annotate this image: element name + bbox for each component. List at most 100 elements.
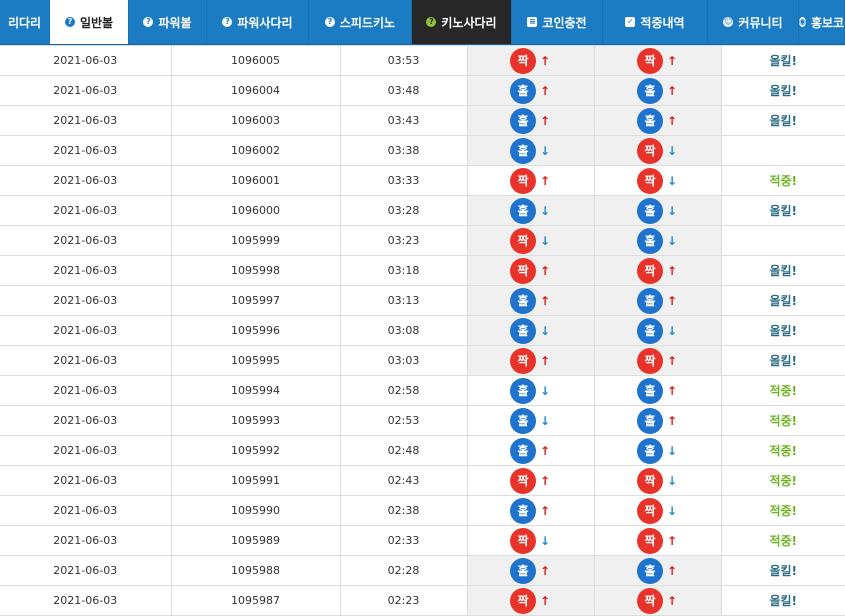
even-ball: 홀 bbox=[637, 407, 663, 434]
pick-cell-2: 짝 ↓ bbox=[593, 465, 722, 496]
date-cell: 2021-06-03 bbox=[0, 165, 172, 196]
pick-wrap: 홀 ↑ bbox=[637, 377, 678, 404]
result-label: 적중! bbox=[769, 504, 798, 518]
pick-wrap: 짝 ↑ bbox=[637, 527, 678, 554]
pick-cell-1: 홀 ↑ bbox=[466, 105, 595, 136]
even-ball: 홀 bbox=[510, 317, 536, 344]
pick-wrap: 홀 ↓ bbox=[637, 197, 678, 224]
pick-cell-2: 짝 ↓ bbox=[593, 165, 722, 196]
arrow-up-icon: ↑ bbox=[666, 53, 678, 68]
pick-cell-2: 홀 ↓ bbox=[593, 435, 722, 466]
pick-cell-2: 홀 ↑ bbox=[593, 105, 722, 136]
table-row: 2021-06-03 1095994 02:58 홀 ↓ 홀 ↑ 적중! bbox=[0, 375, 845, 406]
arrow-down-icon: ↓ bbox=[666, 503, 678, 518]
even-ball: 홀 bbox=[637, 197, 663, 224]
odd-ball: 짝 bbox=[637, 47, 663, 74]
date-cell: 2021-06-03 bbox=[0, 435, 172, 466]
table-row: 2021-06-03 1095993 02:53 홀 ↓ 홀 ↑ 적중! bbox=[0, 405, 845, 436]
result-cell: 올킬! bbox=[720, 345, 845, 376]
tab-label: 코인충전 bbox=[542, 15, 587, 30]
even-ball: 홀 bbox=[510, 137, 536, 164]
help-circle-icon: ? bbox=[143, 17, 154, 27]
tab-label: 키노사다리 bbox=[441, 15, 497, 30]
even-ball: 홀 bbox=[510, 107, 536, 134]
even-ball: 홀 bbox=[637, 287, 663, 314]
pick-cell-1: 홀 ↑ bbox=[466, 285, 595, 316]
result-label: 적중! bbox=[769, 384, 798, 398]
pick-wrap: 홀 ↑ bbox=[510, 557, 551, 584]
pick-wrap: 짝 ↑ bbox=[637, 47, 678, 74]
odd-ball: 짝 bbox=[510, 47, 536, 74]
tab-powerball[interactable]: ? 파워볼 bbox=[129, 0, 207, 44]
result-cell: 적중! bbox=[720, 495, 845, 526]
time-cell: 03:43 bbox=[339, 105, 468, 136]
tab-label: 파워사다리 bbox=[237, 15, 293, 30]
date-cell: 2021-06-03 bbox=[0, 135, 172, 166]
arrow-up-icon: ↑ bbox=[539, 83, 551, 98]
round-cell: 1096000 bbox=[170, 195, 341, 226]
tab-label: 적중내역 bbox=[640, 15, 685, 30]
round-cell: 1095992 bbox=[170, 435, 341, 466]
table-row: 2021-06-03 1095996 03:08 홀 ↓ 홀 ↓ 올킬! bbox=[0, 315, 845, 346]
pick-cell-2: 홀 ↓ bbox=[593, 195, 722, 226]
pick-wrap: 짝 ↑ bbox=[510, 257, 551, 284]
tab-ladder[interactable]: 리다리 bbox=[0, 0, 50, 44]
time-cell: 03:23 bbox=[339, 225, 468, 256]
tab-speed-keno[interactable]: ? 스피드키노 bbox=[309, 0, 412, 44]
result-label: 올킬! bbox=[769, 294, 798, 308]
odd-ball: 짝 bbox=[510, 527, 536, 554]
result-label: 올킬! bbox=[769, 264, 798, 278]
pick-wrap: 홀 ↓ bbox=[637, 317, 678, 344]
pick-wrap: 홀 ↑ bbox=[637, 77, 678, 104]
table-row: 2021-06-03 1096003 03:43 홀 ↑ 홀 ↑ 올킬! bbox=[0, 105, 845, 136]
even-ball: 홀 bbox=[637, 317, 663, 344]
pick-cell-1: 홀 ↑ bbox=[466, 495, 595, 526]
table-row: 2021-06-03 1095987 02:23 짝 ↑ 짝 ↑ 올킬! bbox=[0, 585, 845, 616]
result-label: 적중! bbox=[769, 414, 798, 428]
odd-ball: 짝 bbox=[637, 467, 663, 494]
result-cell: 올킬! bbox=[720, 75, 845, 106]
pick-cell-1: 홀 ↑ bbox=[466, 555, 595, 586]
arrow-up-icon: ↑ bbox=[666, 353, 678, 368]
date-cell: 2021-06-03 bbox=[0, 315, 172, 346]
odd-ball: 짝 bbox=[637, 167, 663, 194]
pick-cell-1: 홀 ↓ bbox=[466, 195, 595, 226]
pick-cell-1: 홀 ↓ bbox=[466, 315, 595, 346]
pick-cell-2: 홀 ↓ bbox=[593, 225, 722, 256]
pick-wrap: 짝 ↓ bbox=[637, 137, 678, 164]
date-cell: 2021-06-03 bbox=[0, 45, 172, 76]
tab-community[interactable]: ☺ 커뮤니티 bbox=[708, 0, 799, 44]
round-cell: 1096005 bbox=[170, 45, 341, 76]
arrow-down-icon: ↓ bbox=[666, 233, 678, 248]
time-cell: 02:23 bbox=[339, 585, 468, 616]
tab-coin-charge[interactable]: ≡ 코인충전 bbox=[512, 0, 603, 44]
round-cell: 1095987 bbox=[170, 585, 341, 616]
even-ball: 홀 bbox=[510, 437, 536, 464]
pick-wrap: 짝 ↑ bbox=[510, 467, 551, 494]
time-cell: 03:18 bbox=[339, 255, 468, 286]
odd-ball: 짝 bbox=[510, 467, 536, 494]
tab-hit-history[interactable]: ✓ 적중내역 bbox=[603, 0, 708, 44]
tab-power-ladder[interactable]: ? 파워사다리 bbox=[207, 0, 309, 44]
date-cell: 2021-06-03 bbox=[0, 405, 172, 436]
arrow-down-icon: ↓ bbox=[539, 533, 551, 548]
pick-cell-1: 짝 ↑ bbox=[466, 255, 595, 286]
date-cell: 2021-06-03 bbox=[0, 195, 172, 226]
time-cell: 03:08 bbox=[339, 315, 468, 346]
arrow-down-icon: ↓ bbox=[539, 143, 551, 158]
result-label: 올킬! bbox=[769, 54, 798, 68]
time-cell: 03:13 bbox=[339, 285, 468, 316]
tab-promo[interactable]: ◉ 홍보코 bbox=[798, 0, 845, 44]
table-row: 2021-06-03 1095991 02:43 짝 ↑ 짝 ↓ 적중! bbox=[0, 465, 845, 496]
tab-normal-ball[interactable]: ? 일반볼 bbox=[50, 0, 129, 44]
pick-wrap: 홀 ↑ bbox=[510, 107, 551, 134]
help-circle-icon: ? bbox=[64, 17, 75, 27]
pick-cell-1: 짝 ↑ bbox=[466, 345, 595, 376]
round-cell: 1095995 bbox=[170, 345, 341, 376]
arrow-down-icon: ↓ bbox=[666, 203, 678, 218]
pick-wrap: 홀 ↓ bbox=[510, 317, 551, 344]
help-circle-icon: ? bbox=[426, 17, 437, 27]
tab-keno-ladder[interactable]: ? 키노사다리 bbox=[412, 0, 512, 44]
arrow-up-icon: ↑ bbox=[539, 293, 551, 308]
arrow-up-icon: ↑ bbox=[539, 113, 551, 128]
